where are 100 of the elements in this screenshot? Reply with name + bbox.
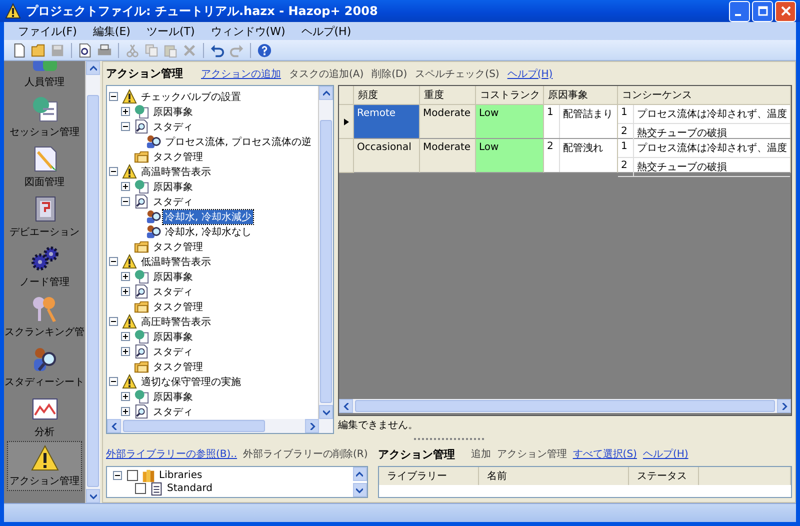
tree-item[interactable]: 高温時警告表示	[139, 164, 213, 179]
vertical-scrollbar[interactable]	[318, 86, 333, 420]
collapse-toggle[interactable]	[109, 257, 118, 266]
tree-item[interactable]: 原因事象	[151, 180, 195, 194]
document-magnifier-icon	[134, 404, 149, 420]
table-cell: 2	[618, 158, 634, 176]
nav-item[interactable]: デビエーション	[4, 191, 85, 241]
section-title: アクション管理	[378, 446, 455, 462]
collapse-toggle[interactable]	[121, 197, 130, 206]
action-link[interactable]: すべて選択(S)	[572, 447, 637, 461]
action-item[interactable]: タスクの追加(A)	[289, 66, 364, 81]
nav-item[interactable]: スクランキング管	[4, 291, 85, 341]
tree-item[interactable]: タスク管理	[151, 150, 205, 164]
tree-item[interactable]: スタディ	[151, 194, 195, 209]
menu-item[interactable]: ウィンドウ(W)	[202, 24, 294, 38]
tree-item[interactable]: 適切な保守管理の実施	[139, 374, 243, 389]
close-button[interactable]	[775, 0, 796, 22]
vertical-scrollbar[interactable]	[352, 467, 367, 497]
column-header[interactable]: ライブラリー	[378, 467, 479, 485]
document-magnifier-icon	[134, 119, 149, 134]
tree-item[interactable]: チェックバルブの設置	[139, 90, 243, 104]
tree-item[interactable]: 原因事象	[151, 270, 195, 284]
checkbox[interactable]	[135, 483, 146, 494]
action-link[interactable]: 外部ライブラリーの参照(B)..	[106, 447, 238, 461]
preview-icon[interactable]	[78, 42, 93, 58]
minimize-button[interactable]	[729, 0, 750, 22]
tree-item[interactable]: タスク管理	[151, 300, 205, 314]
tree-item[interactable]: 原因事象	[151, 104, 195, 119]
person-magnifier-icon	[146, 224, 161, 240]
tree-item[interactable]: 原因事象	[151, 390, 195, 404]
action-item[interactable]: 削除(D)	[372, 66, 408, 81]
expand-toggle[interactable]	[121, 182, 130, 192]
warning-icon	[122, 314, 137, 330]
collapse-toggle[interactable]	[109, 167, 118, 176]
tree-item[interactable]: 冷却水, 冷却水なし	[163, 224, 254, 239]
expand-toggle[interactable]	[121, 272, 130, 282]
horizontal-scrollbar[interactable]	[107, 419, 333, 434]
nav-item[interactable]: 人員管理	[4, 61, 85, 91]
folder-icon[interactable]	[31, 42, 46, 58]
tree-item[interactable]: タスク管理	[151, 360, 205, 374]
collapse-toggle[interactable]	[121, 122, 130, 132]
menu-item[interactable]: 編集(E)	[84, 24, 138, 38]
tree-item[interactable]: 低温時警告表示	[139, 254, 213, 269]
expand-toggle[interactable]	[121, 407, 130, 416]
expand-toggle[interactable]	[121, 347, 130, 356]
warning-icon	[122, 164, 137, 180]
arrow-down-icon	[356, 486, 364, 494]
expand-toggle[interactable]	[121, 287, 130, 296]
nav-item[interactable]: スタディーシート	[4, 341, 85, 391]
nav-item[interactable]: 図面管理	[4, 141, 85, 191]
help-icon[interactable]	[257, 42, 272, 58]
action-item[interactable]: 外部ライブラリーの削除(R)	[243, 447, 368, 461]
tree-item[interactable]: スタディ	[151, 284, 195, 299]
action-item[interactable]: スペルチェック(S)	[415, 66, 500, 81]
nav-item[interactable]: アクション管理	[7, 441, 82, 491]
keys-icon	[30, 295, 58, 323]
warning-icon	[122, 89, 137, 104]
menu-item[interactable]: ツール(T)	[138, 24, 203, 38]
tree-item[interactable]: Libraries	[159, 470, 202, 481]
table-cell: Remote	[354, 105, 420, 140]
tree-item[interactable]: 冷却水, 冷却水減少	[163, 210, 254, 224]
undo-icon[interactable]	[210, 42, 225, 58]
action-link[interactable]: ヘルプ(H)	[507, 66, 553, 81]
tree-item[interactable]: Standard	[167, 483, 212, 494]
collapse-toggle[interactable]	[109, 92, 118, 102]
arrow-down-icon	[322, 408, 330, 416]
nav-item[interactable]: セッション管理	[4, 91, 85, 141]
tree-item[interactable]: プロセス流体, プロセス流体の逆	[163, 134, 314, 149]
tree-item[interactable]: 原因事象	[151, 330, 195, 344]
vertical-scrollbar[interactable]	[85, 61, 100, 503]
new-file-icon[interactable]	[12, 42, 27, 58]
collapse-toggle[interactable]	[109, 377, 118, 386]
column-header[interactable]: 名前	[478, 467, 629, 485]
maximize-button[interactable]	[752, 0, 773, 22]
action-link[interactable]: ヘルプ(H)	[642, 447, 688, 461]
tree-item[interactable]: スタディ	[151, 344, 195, 359]
tree-item[interactable]: 高圧時警告表示	[139, 314, 213, 329]
action-link[interactable]: アクションの追加	[201, 66, 281, 81]
action-item[interactable]: アクション管理	[496, 447, 567, 461]
globe-document-icon	[134, 329, 149, 344]
tree-item[interactable]: タスク管理	[151, 240, 205, 254]
action-item[interactable]: 追加	[470, 447, 491, 461]
column-header[interactable]: ステータス	[628, 467, 699, 485]
menu-item[interactable]: ヘルプ(H)	[293, 24, 360, 38]
print-icon[interactable]	[97, 42, 112, 58]
expand-toggle[interactable]	[121, 392, 130, 402]
nav-item[interactable]: ノード管理	[4, 241, 85, 291]
table-cell-text: 熱交チューブの破損	[636, 160, 728, 176]
expand-toggle[interactable]	[121, 332, 130, 342]
collapse-toggle[interactable]	[109, 317, 118, 326]
menu-item[interactable]: ファイル(F)	[10, 24, 85, 38]
tree-item[interactable]: スタディ	[151, 120, 195, 134]
collapse-toggle[interactable]	[113, 471, 122, 480]
tree-item[interactable]: スタディ	[151, 404, 195, 419]
table-cell: 1	[618, 105, 634, 124]
horizontal-scrollbar[interactable]	[339, 399, 791, 414]
checkbox[interactable]	[127, 470, 138, 481]
nav-item[interactable]: 分析	[4, 391, 85, 441]
expand-toggle[interactable]	[121, 107, 130, 116]
table-cell: 1	[618, 139, 634, 158]
